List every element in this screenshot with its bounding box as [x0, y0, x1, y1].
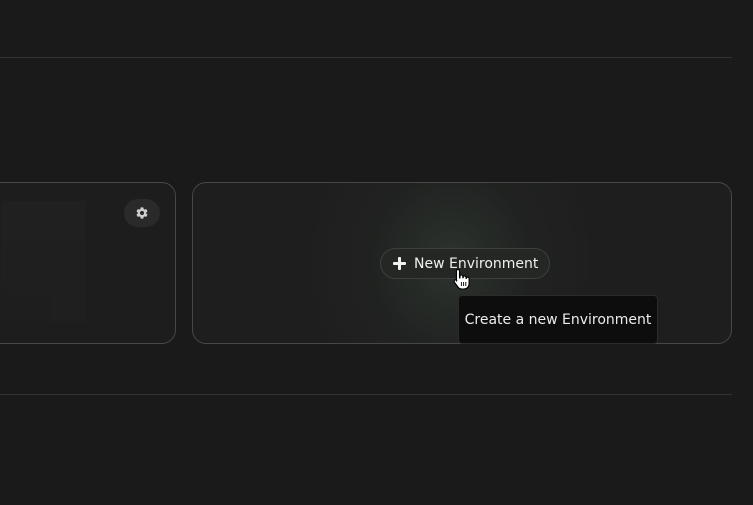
new-environment-button[interactable]: New Environment [380, 248, 551, 279]
environments-view: New Environment Create a new Environment [0, 0, 753, 505]
environment-settings-button[interactable] [124, 199, 160, 227]
environment-card[interactable] [0, 182, 176, 344]
bottom-divider [0, 394, 732, 395]
top-divider [0, 57, 732, 58]
plus-icon [393, 257, 406, 270]
environment-preview-detail [51, 253, 85, 323]
gear-icon [136, 207, 148, 219]
new-environment-tooltip: Create a new Environment [458, 295, 658, 344]
new-environment-label: New Environment [414, 255, 539, 272]
